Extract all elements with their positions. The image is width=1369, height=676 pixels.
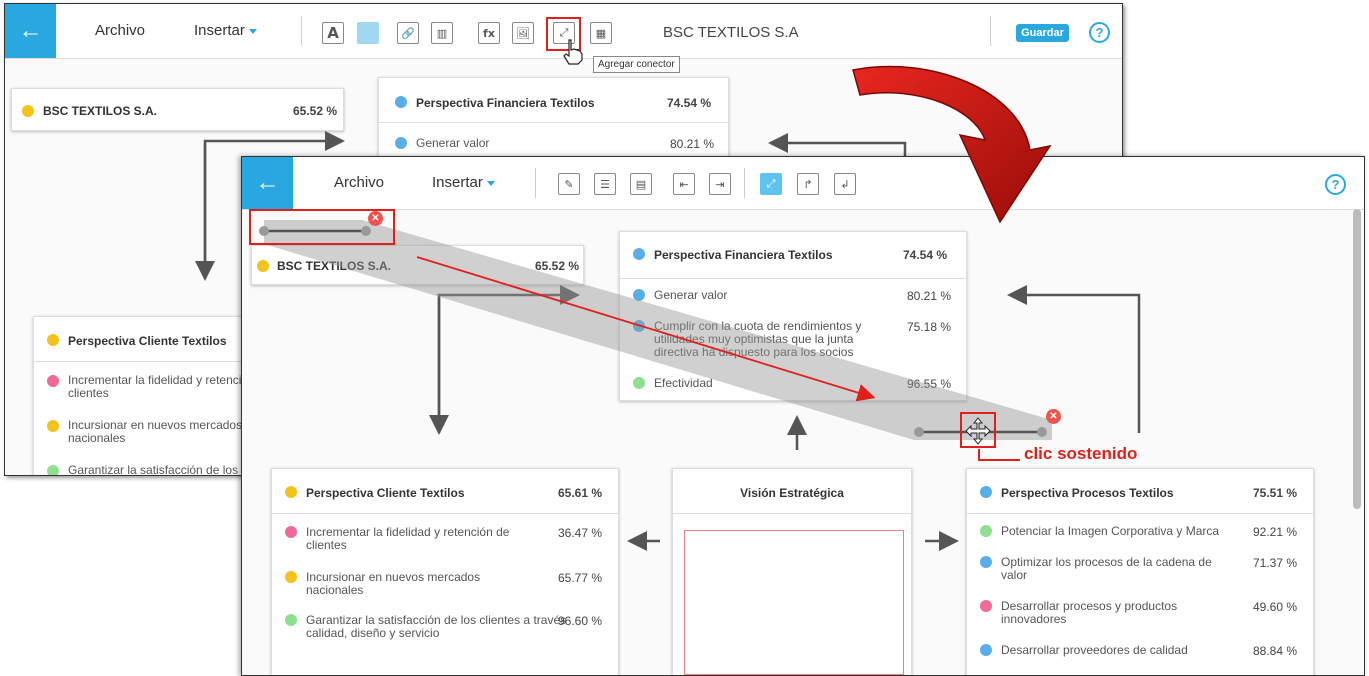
tooltip: Agregar conector (593, 56, 680, 73)
annotation-label: clic sostenido (1024, 444, 1138, 463)
annotation-leader (978, 449, 1020, 461)
editor-window-connector-mode: ← Archivo Insertar ✎ ☰ ▤ ⇤ ⇥ ⤢ ↱ ↲ ? BSC… (241, 156, 1365, 676)
hand-cursor-icon (563, 39, 583, 65)
